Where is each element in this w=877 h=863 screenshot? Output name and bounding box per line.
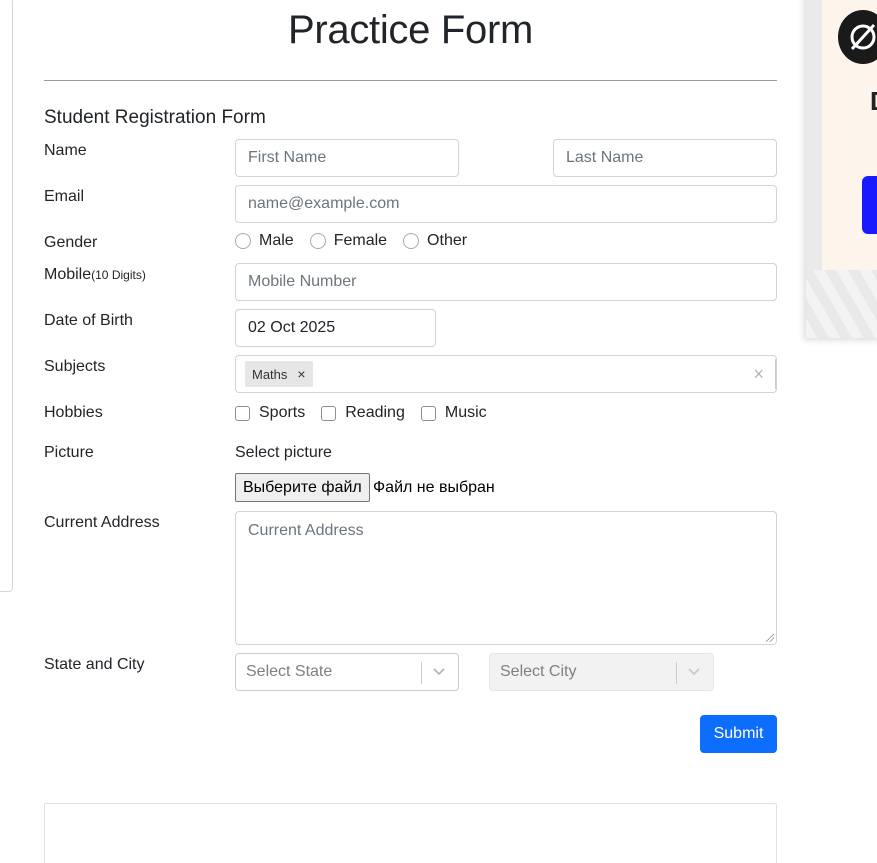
ad-banner[interactable]: D [806, 0, 877, 338]
email-label: Email [44, 188, 85, 205]
radio-male-label[interactable]: Male [259, 232, 294, 250]
picture-label: Picture [44, 444, 94, 461]
state-select-separator [421, 662, 422, 684]
hobby-option-reading[interactable]: Reading [321, 404, 405, 422]
checkbox-reading-label[interactable]: Reading [345, 404, 405, 422]
dob-value: 02 Oct 2025 [248, 319, 336, 336]
ad-pattern [806, 270, 877, 338]
subject-chip: Maths × [245, 361, 313, 387]
address-placeholder: Current Address [248, 522, 364, 539]
submit-button[interactable]: Submit [700, 715, 777, 753]
radio-other-label[interactable]: Other [427, 232, 467, 250]
email-input[interactable] [235, 185, 777, 223]
file-status-text: Файл не выбран [373, 479, 495, 496]
state-select-placeholder: Select State [246, 663, 333, 680]
mobile-hint: (10 Digits) [91, 268, 146, 282]
radio-other[interactable] [403, 233, 420, 249]
mobile-label: Mobile(10 Digits) [44, 266, 146, 284]
city-select[interactable]: Select City [489, 653, 714, 691]
brand-logo-mark-icon [850, 23, 876, 51]
radio-female[interactable] [309, 233, 326, 249]
chip-remove-icon[interactable]: × [293, 366, 312, 382]
radio-female-label[interactable]: Female [334, 232, 387, 250]
gender-option-other[interactable]: Other [403, 232, 467, 250]
state-select[interactable]: Select State [235, 653, 459, 691]
gender-option-male[interactable]: Male [235, 232, 294, 250]
subjects-input[interactable]: Maths × × [235, 355, 777, 393]
title-divider [44, 80, 777, 81]
subjects-label: Subjects [44, 358, 106, 375]
ad-cta-button[interactable] [862, 176, 877, 234]
page-title: Practice Form [287, 8, 534, 52]
date-of-birth-input[interactable]: 02 Oct 2025 [235, 309, 436, 347]
ad-letter-fragment: D [870, 86, 877, 117]
chevron-down-icon[interactable] [687, 664, 701, 678]
first-name-input[interactable] [235, 139, 459, 177]
left-sidebar-panel [0, 0, 13, 592]
choose-file-button[interactable]: Выберите файл [235, 473, 370, 502]
checkbox-sports[interactable] [235, 405, 250, 421]
radio-male[interactable] [235, 233, 251, 249]
footer-content-box [44, 803, 777, 863]
gender-option-female[interactable]: Female [309, 232, 387, 250]
checkbox-sports-label[interactable]: Sports [259, 404, 305, 422]
city-select-placeholder: Select City [500, 663, 577, 680]
last-name-input[interactable] [553, 139, 777, 177]
gender-radio-group: Male Female Other [235, 232, 483, 250]
form-heading: Student Registration Form [44, 107, 266, 128]
hobby-option-music[interactable]: Music [420, 404, 487, 422]
address-label: Current Address [44, 514, 160, 531]
subjects-separator [775, 359, 776, 389]
select-picture-caption: Select picture [235, 444, 332, 461]
checkbox-music[interactable] [420, 405, 436, 421]
clear-icon[interactable]: × [753, 364, 764, 385]
chevron-down-icon[interactable] [432, 664, 446, 678]
hobby-option-sports[interactable]: Sports [235, 404, 305, 422]
checkbox-reading[interactable] [321, 405, 337, 421]
gender-label: Gender [44, 234, 98, 251]
dob-label: Date of Birth [44, 312, 133, 329]
checkbox-music-label[interactable]: Music [445, 404, 487, 422]
state-city-label: State and City [44, 656, 145, 673]
hobbies-label: Hobbies [44, 404, 103, 421]
city-select-separator [676, 662, 677, 684]
resize-grip-icon[interactable] [766, 634, 774, 642]
mobile-input[interactable] [235, 263, 777, 301]
subject-chip-label: Maths [252, 366, 288, 382]
mobile-label-text: Mobile [44, 266, 92, 283]
current-address-textarea[interactable]: Current Address [235, 511, 777, 645]
name-label: Name [44, 142, 87, 159]
hobbies-checkbox-group: Sports Reading Music [235, 404, 503, 422]
